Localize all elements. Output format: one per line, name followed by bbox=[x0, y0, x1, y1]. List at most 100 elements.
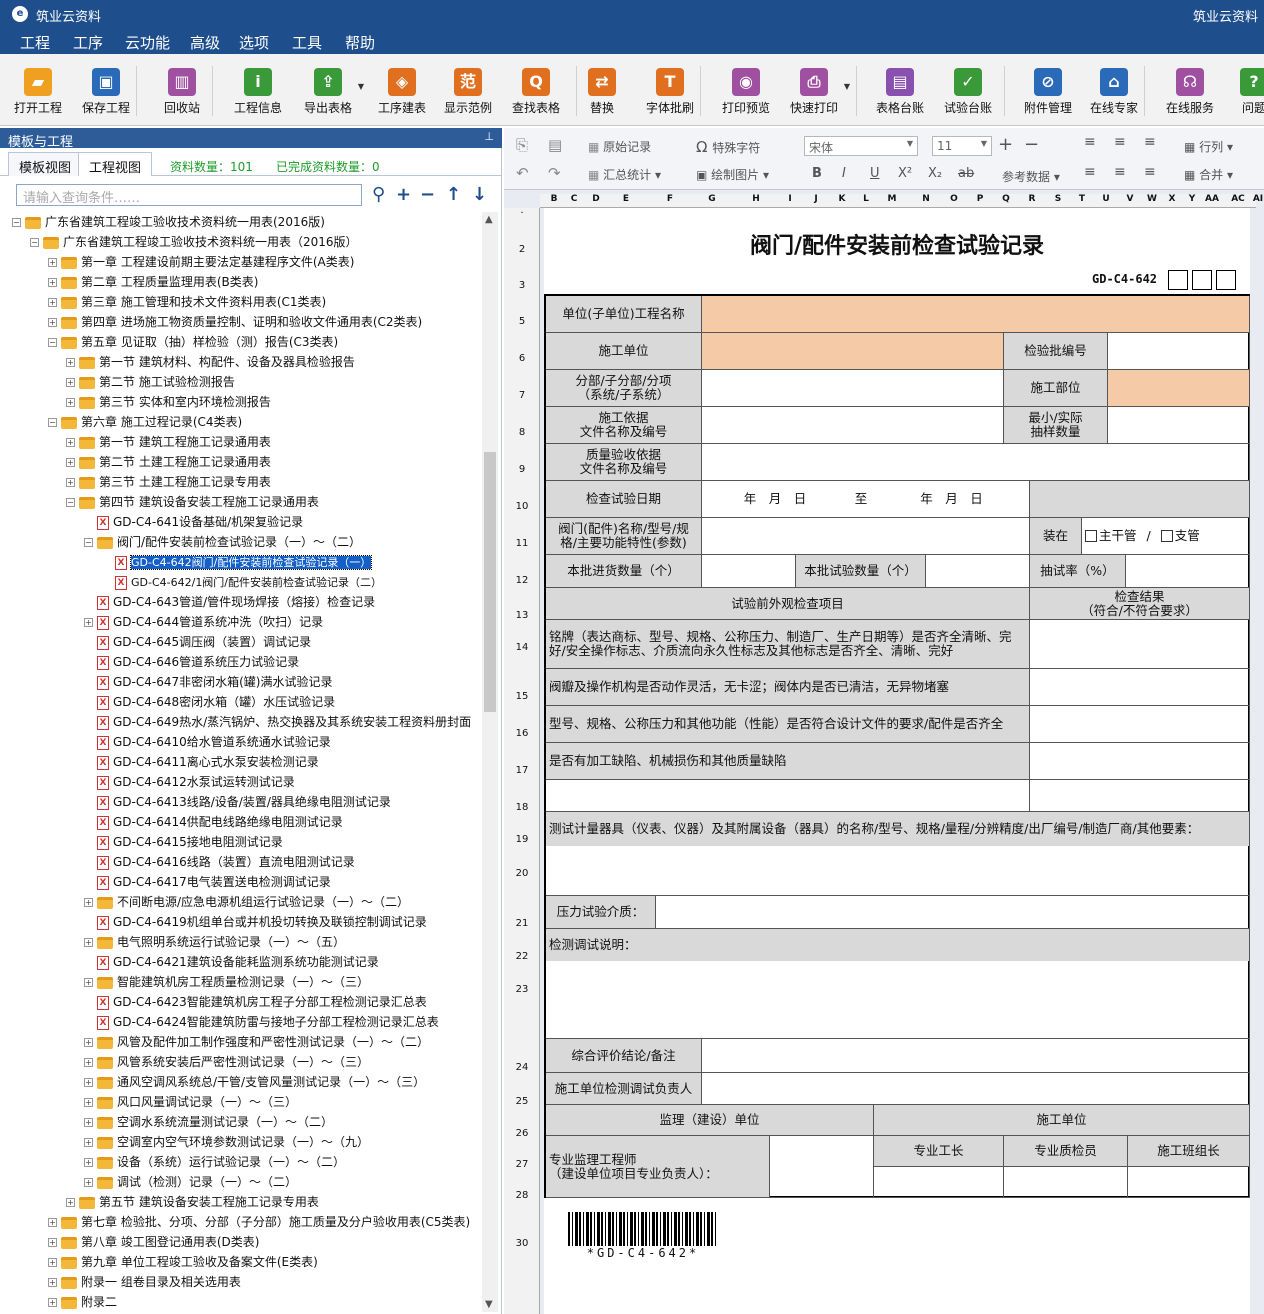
row-label[interactable]: 23 bbox=[504, 984, 540, 995]
collapse-icon[interactable]: − bbox=[30, 238, 39, 247]
expand-icon[interactable]: + bbox=[84, 1118, 93, 1127]
tree-folder-item[interactable]: + 附录二 bbox=[48, 1292, 117, 1312]
tree-folder-item[interactable]: + 第七章 检验批、分项、分部（子分部）施工质量及分户验收用表(C5类表) bbox=[48, 1212, 470, 1232]
row-label[interactable]: 6 bbox=[504, 353, 540, 364]
expand-icon[interactable]: + bbox=[84, 898, 93, 907]
column-label[interactable]: X bbox=[1162, 194, 1182, 204]
medium-field[interactable] bbox=[656, 896, 1250, 929]
column-label[interactable]: AI bbox=[1248, 194, 1264, 204]
scroll-up-icon[interactable]: ▲ bbox=[485, 214, 493, 225]
tree-folder-item[interactable]: + 智能建筑机房工程质量检测记录（一）～（三） bbox=[84, 972, 369, 992]
tree-folder-item[interactable]: + 风口风量调试记录（一）～（三） bbox=[84, 1092, 297, 1112]
row-label[interactable]: 15 bbox=[504, 691, 540, 702]
column-label[interactable]: I bbox=[780, 194, 800, 204]
tree-folder-item[interactable]: + 第一章 工程建设前期主要法定基建程序文件(A类表) bbox=[48, 252, 354, 272]
tree-folder-item[interactable]: + 空调水系统流量测试记录（一）～（二） bbox=[84, 1112, 333, 1132]
sample-field[interactable] bbox=[1108, 407, 1250, 444]
code-box[interactable] bbox=[1192, 270, 1212, 290]
tree-doc-item[interactable]: X GD-C4-642/1阀门/配件安装前检查试验记录（二） bbox=[102, 572, 382, 592]
expand-icon[interactable]: + bbox=[48, 318, 57, 327]
collapse-icon[interactable]: − bbox=[48, 418, 57, 427]
align-center-icon[interactable]: ≡ bbox=[1114, 134, 1126, 150]
copy-icon[interactable]: ⎘ bbox=[516, 136, 528, 154]
meter-field[interactable] bbox=[546, 846, 1250, 896]
tree-folder-item[interactable]: + 第三节 土建工程施工记录专用表 bbox=[66, 472, 271, 492]
column-label[interactable]: F bbox=[660, 194, 680, 204]
row-label[interactable]: 18 bbox=[504, 802, 540, 813]
collapse-icon[interactable]: − bbox=[48, 338, 57, 347]
check-item-5[interactable] bbox=[546, 780, 1030, 812]
check-result-1[interactable] bbox=[1030, 620, 1250, 669]
merge-button[interactable]: ▦ 合并 ▾ bbox=[1184, 166, 1233, 183]
team-leader-field[interactable] bbox=[1128, 1167, 1250, 1198]
code-box[interactable] bbox=[1216, 270, 1236, 290]
code-box[interactable] bbox=[1168, 270, 1188, 290]
undo-icon[interactable]: ↶ bbox=[516, 164, 529, 182]
toolbar-button[interactable]: ◈ 工序建表 bbox=[370, 68, 434, 116]
search-input[interactable]: 请输入查询条件…… bbox=[16, 184, 362, 206]
row-label[interactable]: 13 bbox=[504, 610, 540, 621]
column-label[interactable]: B bbox=[544, 194, 564, 204]
expand-icon[interactable]: + bbox=[84, 1138, 93, 1147]
row-label[interactable]: 8 bbox=[504, 427, 540, 438]
tree-folder-item[interactable]: + 设备（系统）运行试验记录（一）～（二） bbox=[84, 1152, 345, 1172]
valign-bottom-icon[interactable]: ≡ bbox=[1144, 164, 1156, 180]
collapse-icon[interactable]: − bbox=[66, 498, 75, 507]
expand-icon[interactable]: + bbox=[84, 618, 93, 627]
tree-folder-item[interactable]: − 第六章 施工过程记录(C4类表) bbox=[48, 412, 242, 432]
size-select[interactable]: 11 ▼ bbox=[932, 136, 992, 156]
expand-icon[interactable]: + bbox=[84, 1058, 93, 1067]
toolbar-button[interactable]: ⇄ 替换 bbox=[570, 68, 634, 116]
strike-button[interactable]: ab bbox=[958, 166, 974, 181]
expand-icon[interactable]: + bbox=[66, 378, 75, 387]
tree-folder-item[interactable]: + 调试（检测）记录（一）～（二） bbox=[84, 1172, 297, 1192]
original-record-button[interactable]: ▦ 原始记录 bbox=[588, 138, 651, 155]
column-label[interactable]: M bbox=[882, 194, 902, 204]
row-label[interactable]: 24 bbox=[504, 1062, 540, 1073]
tree-doc-item[interactable]: X GD-C4-6416线路（装置）直流电阻测试记录 bbox=[84, 852, 355, 872]
row-label[interactable]: 27 bbox=[504, 1159, 540, 1170]
toolbar-button[interactable]: Q 查找表格 bbox=[504, 68, 568, 116]
tree-folder-item[interactable]: + 附录一 组卷目录及相关选用表 bbox=[48, 1272, 241, 1292]
paste-icon[interactable]: ▤ bbox=[548, 136, 562, 154]
tree-folder-item[interactable]: + 第二节 土建工程施工记录通用表 bbox=[66, 452, 271, 472]
menu-item[interactable]: 高级 bbox=[190, 32, 220, 53]
menu-item[interactable]: 工序 bbox=[73, 32, 103, 53]
search-icon[interactable]: ⚲ bbox=[372, 184, 385, 205]
tree-folder-item[interactable]: + 第一节 建筑材料、构配件、设备及器具检验报告 bbox=[66, 352, 355, 372]
tree-doc-item[interactable]: X GD-C4-6423智能建筑机房工程子分部工程检测记录汇总表 bbox=[84, 992, 427, 1012]
toolbar-button[interactable]: T 字体批刷 bbox=[638, 68, 702, 116]
tree-folder-item[interactable]: + 风管系统安装后严密性测试记录（一）～（三） bbox=[84, 1052, 369, 1072]
column-label[interactable]: S bbox=[1048, 194, 1068, 204]
row-label[interactable]: 21 bbox=[504, 918, 540, 929]
toolbar-button[interactable]: ⎙ 快速打印 ▼ bbox=[782, 68, 850, 116]
basis-field[interactable] bbox=[702, 407, 1004, 444]
toolbar-button[interactable]: ⊘ 附件管理 bbox=[1016, 68, 1080, 116]
tree-scrollbar[interactable]: ▲ ▼ bbox=[482, 212, 498, 1312]
tree-folder-item[interactable]: + 风管及配件加工制作强度和严密性测试记录（一）～（二） bbox=[84, 1032, 429, 1052]
column-label[interactable]: Q bbox=[996, 194, 1016, 204]
pin-icon[interactable]: ⊥ bbox=[484, 130, 494, 143]
row-label[interactable]: 16 bbox=[504, 728, 540, 739]
special-char-button[interactable]: Ω 特殊字符 bbox=[696, 138, 760, 156]
conclusion-field[interactable] bbox=[702, 1039, 1250, 1073]
branch-pipe-checkbox[interactable] bbox=[1160, 530, 1173, 542]
tree-doc-item[interactable]: X GD-C4-6424智能建筑防雷与接地子分部工程检测记录汇总表 bbox=[84, 1012, 439, 1032]
tree-folder-item[interactable]: + 第一节 建筑工程施工记录通用表 bbox=[66, 432, 271, 452]
row-label[interactable]: 7 bbox=[504, 390, 540, 401]
tree-folder-item[interactable]: + 电气照明系统运行试验记录（一）～（五） bbox=[84, 932, 345, 952]
row-label[interactable]: 10 bbox=[504, 501, 540, 512]
acceptance-field[interactable] bbox=[702, 444, 1250, 481]
tree-doc-item[interactable]: X GD-C4-641设备基础/机架复验记录 bbox=[84, 512, 303, 532]
increase-font-icon[interactable]: + bbox=[998, 134, 1013, 155]
incoming-qty-field[interactable] bbox=[702, 555, 796, 588]
expand-icon[interactable]: + bbox=[66, 398, 75, 407]
tab-project-view[interactable]: 工程视图 bbox=[78, 152, 153, 176]
expand-icon[interactable]: + bbox=[84, 1078, 93, 1087]
tree-folder-item[interactable]: − 广东省建筑工程竣工验收技术资料统一用表(2016版) bbox=[12, 212, 325, 232]
menu-item[interactable]: 选项 bbox=[239, 32, 269, 53]
align-left-icon[interactable]: ≡ bbox=[1084, 134, 1096, 150]
tree-folder-item[interactable]: + 第五节 建筑设备安装工程施工记录专用表 bbox=[66, 1192, 319, 1212]
engineer-field[interactable] bbox=[770, 1136, 874, 1198]
tested-qty-field[interactable] bbox=[926, 555, 1030, 588]
